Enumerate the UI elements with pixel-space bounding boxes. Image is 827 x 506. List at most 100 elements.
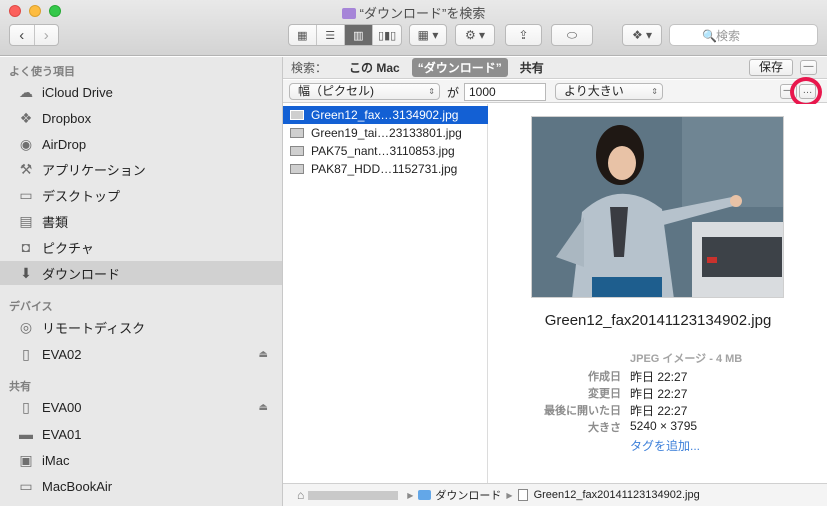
file-icon	[517, 489, 528, 501]
preview-filename: Green12_fax20141123134902.jpg	[544, 312, 772, 329]
shared-header: 共有	[9, 381, 31, 393]
icon-view-icon: ▦	[297, 29, 308, 42]
documents-icon: ▤	[19, 212, 33, 229]
add-tags-link[interactable]: タグを追加...	[630, 437, 700, 454]
column-view-button[interactable]: ▥	[344, 25, 374, 45]
image-file-icon	[290, 146, 304, 156]
save-search-button[interactable]: 保存	[749, 59, 793, 76]
column-view-icon: ▥	[353, 29, 364, 42]
eject-icon[interactable]: ⏏	[259, 349, 268, 360]
sidebar-item-documents[interactable]: ▤ 書類	[0, 209, 282, 233]
scope-label: 検索：	[291, 61, 328, 75]
list-view-icon: ☰	[325, 29, 336, 42]
cloud-icon: ☁	[19, 83, 33, 100]
usb-drive-icon: ▯	[22, 398, 30, 415]
action-button[interactable]: ⚙ ▾	[455, 24, 495, 46]
updown-arrows-icon: ⇕	[651, 87, 658, 96]
path-folder[interactable]: ダウンロード	[435, 487, 501, 503]
criteria-connector: が	[447, 86, 460, 100]
drive-icon: ▯	[22, 345, 30, 362]
sidebar-item-applications[interactable]: ⚒ アプリケーション	[0, 157, 282, 181]
attribute-popup[interactable]: 幅（ピクセル) ⇕	[289, 83, 440, 100]
file-row[interactable]: Green19_tai…23133801.jpg	[283, 124, 488, 142]
sidebar-item-macbookair[interactable]: ▭ MacBookAir	[0, 474, 282, 498]
scope-shared[interactable]: 共有	[520, 59, 544, 76]
path-file[interactable]: Green12_fax20141123134902.jpg	[534, 489, 700, 501]
dropbox-icon: ❖	[19, 109, 33, 126]
back-button[interactable]: ‹	[10, 25, 35, 45]
scope-this-mac[interactable]: この Mac	[349, 59, 400, 76]
chevron-right-icon: ›	[43, 26, 49, 44]
dropbox-toolbar-button[interactable]: ❖ ▾	[622, 24, 662, 46]
sidebar-item-dropbox[interactable]: ❖ Dropbox	[0, 106, 282, 130]
search-field[interactable]: 🔍 検索	[669, 24, 818, 46]
operator-popup[interactable]: より大きい ⇕	[555, 83, 663, 100]
path-bar: ⌂ ▶ ダウンロード ▶ Green12_fax20141123134902.j…	[283, 483, 827, 506]
scope-current-folder[interactable]: “ダウンロード”	[411, 58, 508, 77]
window-title: “ダウンロード”を検索	[0, 3, 827, 22]
sidebar-item-desktop[interactable]: ▭ デスクトップ	[0, 183, 282, 207]
file-row[interactable]: PAK75_nant…3110853.jpg	[283, 142, 488, 160]
share-icon: ⇪	[518, 28, 529, 42]
meta-dimensions: 大きさ 5240 × 3795	[588, 419, 698, 434]
sidebar-item-downloads[interactable]: ⬇ ダウンロード	[0, 261, 282, 285]
remove-scope-button[interactable]: —	[800, 60, 817, 75]
preview-image	[531, 116, 784, 298]
disc-icon: ◎	[19, 318, 33, 335]
redacted-path	[308, 490, 399, 500]
search-scope-bar: 検索： この Mac “ダウンロード” 共有	[283, 57, 827, 79]
file-row[interactable]: Green12_fax…3134902.jpg	[283, 106, 488, 124]
tags-button[interactable]: ⬭	[551, 24, 593, 46]
search-criteria-bar: 幅（ピクセル) ⇕ が 1000 より大きい ⇕	[283, 80, 827, 103]
dropbox-icon: ❖ ▾	[631, 28, 653, 42]
sidebar-item-eva01[interactable]: ▬ EVA01	[0, 422, 282, 446]
folder-icon	[418, 490, 432, 500]
meta-created: 作成日 昨日 22:27	[588, 370, 688, 384]
sidebar-item-imac[interactable]: ▣ iMac	[0, 448, 282, 472]
laptop-icon: ▭	[19, 477, 33, 494]
arrange-button[interactable]: ▦ ▾	[409, 24, 447, 46]
sidebar: よく使う項目 ☁ iCloud Drive ❖ Dropbox ◉ AirDrop ⚒…	[0, 57, 283, 506]
file-row[interactable]: PAK87_HDD…1152731.jpg	[283, 160, 488, 178]
grid-arrange-icon: ▦ ▾	[417, 28, 439, 42]
meta-modified: 変更日 昨日 22:27	[588, 387, 688, 401]
finder-window: “ダウンロード”を検索 ‹ › ▦ ☰ ▥ ▯▮▯ ▦ ▾ ⚙ ▾ ⇪ ⬭ ❖ …	[0, 0, 827, 506]
view-mode-control: ▦ ☰ ▥ ▯▮▯	[288, 24, 402, 46]
smart-folder-icon	[341, 8, 356, 19]
minus-icon: —	[803, 61, 814, 72]
sidebar-item-remote-disc[interactable]: ◎ リモートディスク	[0, 315, 282, 339]
download-icon: ⬇	[20, 264, 32, 281]
coverflow-view-icon: ▯▮▯	[378, 29, 397, 42]
icon-view-button[interactable]: ▦	[289, 25, 317, 45]
favorites-header: よく使う項目	[9, 66, 75, 78]
desktop-icon: ▭	[19, 186, 33, 203]
gear-icon: ⚙ ▾	[464, 28, 486, 42]
image-file-icon	[290, 128, 304, 138]
path-separator-icon: ▶	[506, 490, 513, 500]
results-column: Green12_fax…3134902.jpg Green19_tai…2313…	[283, 104, 488, 483]
search-icon: 🔍	[702, 29, 717, 43]
tag-icon: ⬭	[566, 27, 578, 42]
sidebar-item-eva00[interactable]: ▯ EVA00 ⏏	[0, 395, 282, 419]
sidebar-item-eva02[interactable]: ▯ EVA02 ⏏	[0, 342, 282, 366]
airdrop-icon: ◉	[19, 135, 33, 152]
share-button[interactable]: ⇪	[505, 24, 542, 46]
applications-icon: ⚒	[19, 160, 33, 177]
toolbar: “ダウンロード”を検索 ‹ › ▦ ☰ ▥ ▯▮▯ ▦ ▾ ⚙ ▾ ⇪ ⬭ ❖ …	[0, 0, 827, 56]
devices-header: デバイス	[9, 301, 53, 313]
list-view-button[interactable]: ☰	[317, 25, 345, 45]
highlight-circle	[790, 77, 822, 107]
coverflow-view-button[interactable]: ▯▮▯	[373, 25, 401, 45]
sidebar-item-icloud-drive[interactable]: ☁ iCloud Drive	[0, 80, 282, 104]
updown-arrows-icon: ⇕	[428, 87, 435, 96]
sidebar-item-airdrop[interactable]: ◉ AirDrop	[0, 132, 282, 156]
path-separator-icon: ▶	[407, 490, 414, 500]
sidebar-item-pictures[interactable]: ◘ ピクチャ	[0, 235, 282, 259]
camera-icon: ◘	[21, 239, 31, 255]
image-file-icon	[290, 164, 304, 174]
criteria-value-input[interactable]: 1000	[464, 83, 546, 101]
eject-icon[interactable]: ⏏	[259, 402, 268, 413]
forward-button[interactable]: ›	[35, 25, 59, 45]
preview-pane: Green12_fax20141123134902.jpg JPEG イメージ …	[489, 104, 827, 483]
home-icon[interactable]: ⌂	[297, 488, 304, 502]
